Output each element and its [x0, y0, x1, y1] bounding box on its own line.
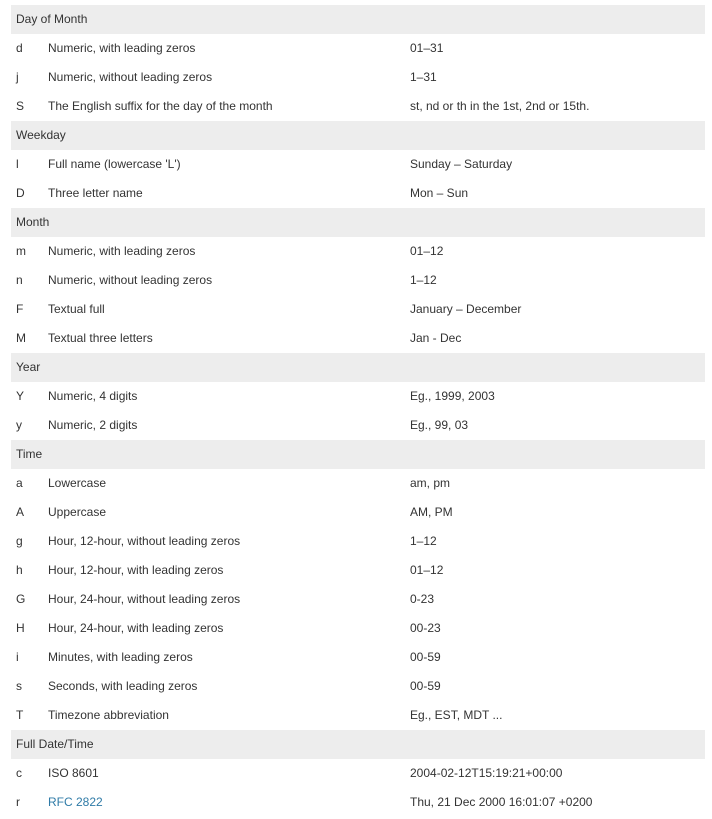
format-code: y	[16, 418, 22, 432]
table-row: F Textual full January – December	[11, 295, 705, 324]
format-example: Eg., 1999, 2003	[410, 389, 495, 403]
table-row: T Timezone abbreviation Eg., EST, MDT ...	[11, 701, 705, 730]
table-row: j Numeric, without leading zeros 1–31	[11, 63, 705, 92]
table-row: Y Numeric, 4 digits Eg., 1999, 2003	[11, 382, 705, 411]
format-code: M	[16, 331, 26, 345]
table-row: d Numeric, with leading zeros 01–31	[11, 34, 705, 63]
format-example: Jan - Dec	[410, 331, 462, 345]
format-description: Numeric, with leading zeros	[48, 41, 196, 55]
format-code: T	[16, 708, 24, 722]
section-header: Weekday	[11, 121, 705, 150]
format-example: 01–31	[410, 41, 444, 55]
format-code: g	[16, 534, 23, 548]
format-code: s	[16, 679, 22, 693]
format-code: H	[16, 621, 25, 635]
format-description: Full name (lowercase 'L')	[48, 157, 181, 171]
format-description: Minutes, with leading zeros	[48, 650, 193, 664]
date-format-table: Day of Month d Numeric, with leading zeros…	[11, 5, 705, 817]
table-row: s Seconds, with leading zeros 00-59	[11, 672, 705, 701]
format-example: 00-23	[410, 621, 441, 635]
format-example: 01–12	[410, 563, 444, 577]
table-row: a Lowercase am, pm	[11, 469, 705, 498]
table-row: H Hour, 24-hour, with leading zeros 00-23	[11, 614, 705, 643]
format-example: 00-59	[410, 650, 441, 664]
format-code: S	[16, 99, 25, 113]
table-row: n Numeric, without leading zeros 1–12	[11, 266, 705, 295]
format-description: Textual full	[48, 302, 105, 316]
table-row: M Textual three letters Jan - Dec	[11, 324, 705, 353]
format-code: d	[16, 41, 23, 55]
format-code: G	[16, 592, 26, 606]
format-code: D	[16, 186, 25, 200]
format-description: Textual three letters	[48, 331, 153, 345]
format-code: F	[16, 302, 24, 316]
format-example: 1–12	[410, 273, 437, 287]
table-row: A Uppercase AM, PM	[11, 498, 705, 527]
format-example: 1–31	[410, 70, 437, 84]
format-example: January – December	[410, 302, 522, 316]
format-example: am, pm	[410, 476, 451, 490]
table-row: y Numeric, 2 digits Eg., 99, 03	[11, 411, 705, 440]
section-header: Day of Month	[11, 5, 705, 34]
format-example: Eg., EST, MDT ...	[410, 708, 503, 722]
table-row: h Hour, 12-hour, with leading zeros 01–12	[11, 556, 705, 585]
format-example: AM, PM	[410, 505, 453, 519]
table-row: l Full name (lowercase 'L') Sunday – Satur…	[11, 150, 705, 179]
format-description: Hour, 24-hour, without leading zeros	[48, 592, 241, 606]
format-code: c	[16, 766, 22, 780]
format-description: Numeric, 2 digits	[48, 418, 138, 432]
format-example: Mon – Sun	[410, 186, 469, 200]
format-description: Uppercase	[48, 505, 107, 519]
format-example: Sunday – Saturday	[410, 157, 513, 171]
format-code: h	[16, 563, 23, 577]
table-row: c ISO 8601 2004-02-12T15:19:21+00:00	[11, 759, 705, 788]
format-code: Y	[16, 389, 25, 403]
format-example: 2004-02-12T15:19:21+00:00	[410, 766, 563, 780]
format-description: Numeric, 4 digits	[48, 389, 138, 403]
rfc-2822-link[interactable]: RFC 2822	[48, 788, 103, 817]
format-description: Three letter name	[48, 186, 143, 200]
format-description: Timezone abbreviation	[48, 708, 169, 722]
format-code: l	[16, 157, 19, 171]
table-row: G Hour, 24-hour, without leading zeros 0-2…	[11, 585, 705, 614]
table-row: S The English suffix for the day of the m…	[11, 92, 705, 121]
format-code: r	[16, 795, 20, 809]
format-description: The English suffix for the day of the mo…	[48, 99, 273, 113]
table-row: m Numeric, with leading zeros 01–12	[11, 237, 705, 266]
table-row: g Hour, 12-hour, without leading zeros 1–1…	[11, 527, 705, 556]
format-code: n	[16, 273, 23, 287]
format-example: Thu, 21 Dec 2000 16:01:07 +0200	[410, 795, 593, 809]
table-row: r RFC 2822 Thu, 21 Dec 2000 16:01:07 +0200	[11, 788, 705, 817]
format-example: Eg., 99, 03	[410, 418, 469, 432]
format-code: a	[16, 476, 23, 490]
format-code: j	[16, 70, 19, 84]
format-example: st, nd or th in the 1st, 2nd or 15th.	[410, 99, 590, 113]
format-example: 1–12	[410, 534, 437, 548]
format-description: Lowercase	[48, 476, 107, 490]
format-example: 00-59	[410, 679, 441, 693]
table-row: D Three letter name Mon – Sun	[11, 179, 705, 208]
format-description: Hour, 12-hour, with leading zeros	[48, 563, 224, 577]
format-code: i	[16, 650, 19, 664]
format-code: A	[16, 505, 25, 519]
section-header: Month	[11, 208, 705, 237]
format-description: ISO 8601	[48, 766, 99, 780]
format-example: 01–12	[410, 244, 444, 258]
format-description: Seconds, with leading zeros	[48, 679, 198, 693]
format-description: Hour, 12-hour, without leading zeros	[48, 534, 241, 548]
format-description: Numeric, without leading zeros	[48, 273, 213, 287]
format-description: Numeric, with leading zeros	[48, 244, 196, 258]
table-row: i Minutes, with leading zeros 00-59	[11, 643, 705, 672]
section-header: Time	[11, 440, 705, 469]
format-code: m	[16, 244, 26, 258]
format-example: 0-23	[410, 592, 435, 606]
section-header: Full Date/Time	[11, 730, 705, 759]
format-description: Numeric, without leading zeros	[48, 70, 213, 84]
format-description: Hour, 24-hour, with leading zeros	[48, 621, 224, 635]
section-header: Year	[11, 353, 705, 382]
